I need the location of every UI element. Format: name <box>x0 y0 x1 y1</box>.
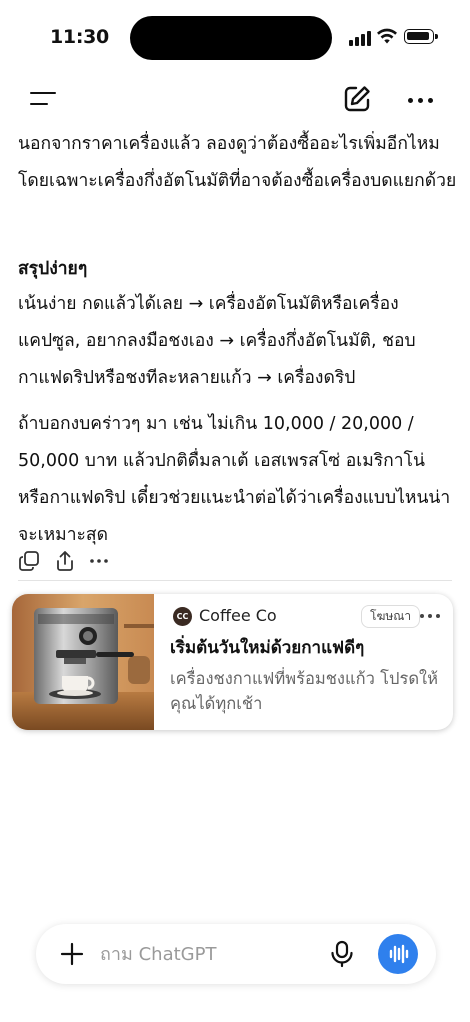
share-icon[interactable] <box>54 550 76 572</box>
top-nav <box>0 78 470 122</box>
ad-brand-name: Coffee Co <box>199 606 277 625</box>
message-input[interactable] <box>100 938 320 970</box>
ad-body: เครื่องชงกาแฟที่พร้อมชงแก้ว โปรดให้คุณได… <box>170 669 438 713</box>
dynamic-island <box>130 16 332 60</box>
followup-paragraph: ถ้าบอกงบคร่าวๆ มา เช่น ไม่เกิน 10,000 / … <box>18 414 451 545</box>
ad-headline: เริ่มต้นวันใหม่ด้วยกาแฟดีๆ <box>170 638 365 658</box>
summary-heading: สรุปง่ายๆ <box>18 259 88 279</box>
intro-paragraph: นอกจากราคาเครื่องแล้ว ลองดูว่าต้องซื้ออะ… <box>18 134 457 191</box>
voice-mode-icon <box>389 944 409 964</box>
composer <box>36 924 436 984</box>
microphone-icon[interactable] <box>329 940 355 968</box>
more-horizontal-icon[interactable] <box>88 550 110 572</box>
cellular-signal-icon <box>349 30 371 46</box>
compose-icon[interactable] <box>342 84 372 114</box>
sponsored-badge: โฆษณา <box>361 605 421 628</box>
plus-icon[interactable] <box>60 942 84 966</box>
battery-icon <box>404 29 438 44</box>
more-horizontal-icon[interactable] <box>406 90 436 110</box>
copy-icon[interactable] <box>18 550 40 572</box>
brand-logo: CC <box>173 607 192 626</box>
divider <box>18 580 452 581</box>
status-bar: 11:30 <box>0 0 470 78</box>
status-time: 11:30 <box>50 26 109 48</box>
sponsored-ad-card[interactable]: CC Coffee Co โฆษณา เริ่มต้นวันใหม่ด้วยกา… <box>12 594 453 730</box>
message-actions <box>18 544 138 578</box>
hamburger-menu-icon[interactable] <box>30 88 58 110</box>
summary-paragraph: เน้นง่าย กดแล้วได้เลย → เครื่องอัตโนมัติ… <box>18 294 416 388</box>
wifi-icon <box>377 28 397 44</box>
voice-mode-button[interactable] <box>378 934 418 974</box>
ad-more-icon[interactable] <box>417 606 443 626</box>
espresso-machine-image <box>12 594 154 730</box>
